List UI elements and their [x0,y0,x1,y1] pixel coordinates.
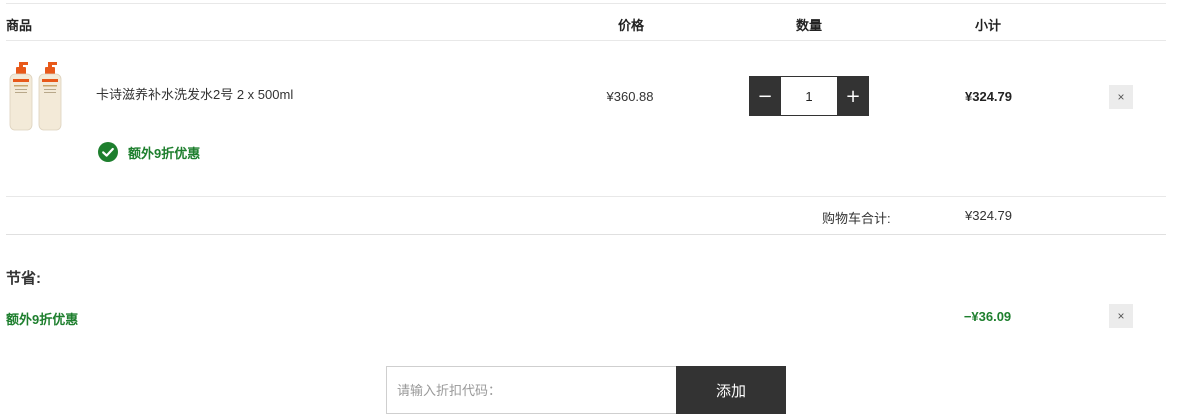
increase-quantity-button[interactable]: + [837,76,869,116]
savings-amount: −¥36.09 [963,309,1012,324]
cart-total-label: 购物车合计: [822,211,891,226]
savings-name: 额外9折优惠 [6,312,79,327]
decrease-quantity-button[interactable]: − [749,76,781,116]
product-name-link[interactable]: 卡诗滋养补水洗发水2号 2 x 500ml [96,84,293,103]
header-product: 商品 [6,18,33,33]
shampoo-bottles-icon[interactable] [8,61,78,133]
coupon-code-input[interactable] [386,366,676,414]
check-circle-icon [98,142,118,162]
header-subtotal: 小计 [974,18,1001,33]
unit-price: ¥360.88 [606,89,654,104]
header-quantity: 数量 [795,18,822,33]
cart-item-row: 卡诗滋养补水洗发水2号 2 x 500ml 额外9折优惠 ¥360.88 − 1… [6,41,1166,197]
cart-table-header: 商品 价格 数量 小计 [6,4,1166,41]
cart-total-row: 购物车合计: ¥324.79 [6,197,1166,235]
promo-badge: 额外9折优惠 [98,142,200,162]
savings-title: 节省: [6,270,41,287]
coupon-form: 添加 [386,366,786,414]
quantity-stepper: − 1 + [749,76,869,116]
remove-discount-button[interactable]: × [1109,304,1133,328]
item-subtotal: ¥324.79 [965,89,1012,104]
apply-coupon-button[interactable]: 添加 [676,366,786,414]
quantity-input[interactable]: 1 [781,76,837,116]
remove-item-button[interactable]: × [1109,85,1133,109]
promo-text: 额外9折优惠 [128,145,201,161]
header-price: 价格 [617,18,644,33]
cart-total-value: ¥324.79 [965,208,1012,223]
